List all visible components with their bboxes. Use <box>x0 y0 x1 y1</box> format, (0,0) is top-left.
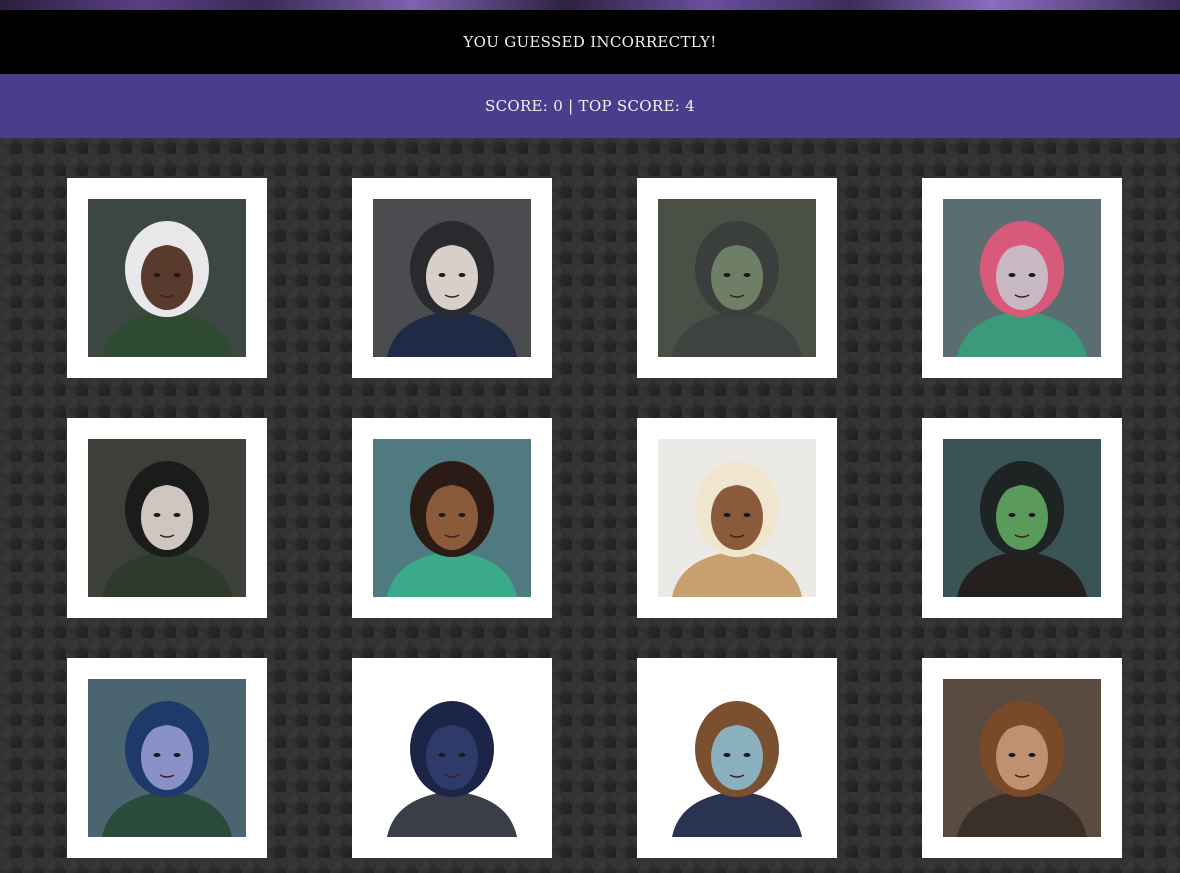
portrait-flower-crown-blonde <box>658 439 816 597</box>
portrait-hooded-goblin <box>658 199 816 357</box>
portrait-green-half-orc <box>943 439 1101 597</box>
portrait-hooded-crow <box>373 679 531 837</box>
portrait-braided-dark-hair <box>373 199 531 357</box>
portrait-bearded-gnome <box>658 679 816 837</box>
character-card[interactable] <box>352 658 552 858</box>
character-card[interactable] <box>637 418 837 618</box>
portrait-blue-tiefling <box>88 679 246 837</box>
character-card[interactable] <box>352 178 552 378</box>
character-card[interactable] <box>637 658 837 858</box>
character-card[interactable] <box>67 658 267 858</box>
character-card[interactable] <box>922 178 1122 378</box>
character-card[interactable] <box>352 418 552 618</box>
portrait-horned-dark-hair <box>88 439 246 597</box>
character-card-grid <box>0 0 1180 873</box>
portrait-scarred-brown-hair <box>943 679 1101 837</box>
character-card[interactable] <box>67 178 267 378</box>
character-card[interactable] <box>922 418 1122 618</box>
character-card[interactable] <box>637 178 837 378</box>
character-card[interactable] <box>67 418 267 618</box>
portrait-white-haired-elder <box>88 199 246 357</box>
character-card[interactable] <box>922 658 1122 858</box>
portrait-pink-haired-firbolg <box>943 199 1101 357</box>
portrait-topknot-monk <box>373 439 531 597</box>
